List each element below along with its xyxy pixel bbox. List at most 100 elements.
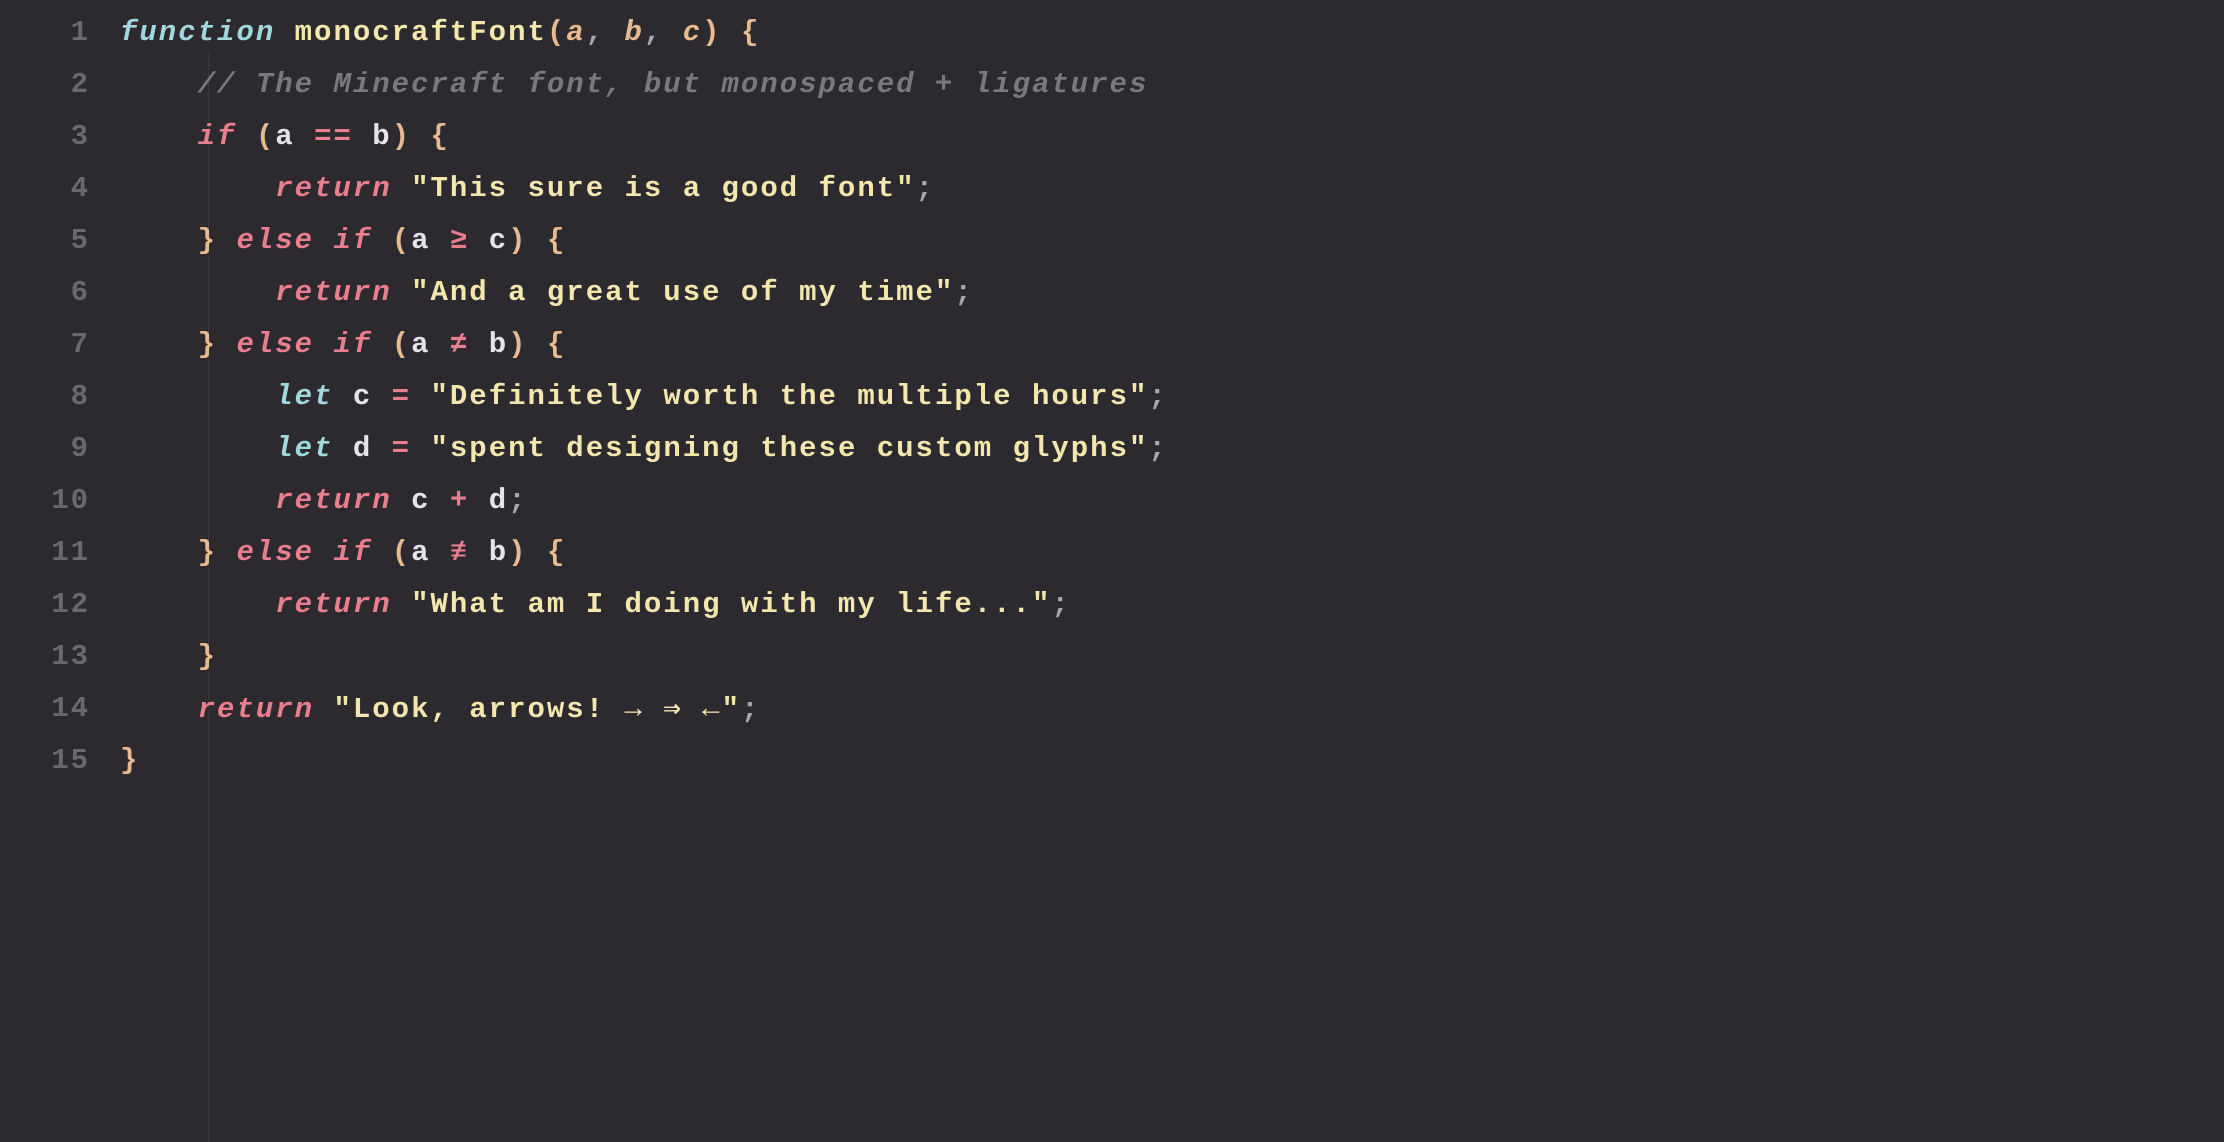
variable-b: b [372,120,391,153]
keyword-else: else [236,536,314,569]
code-content[interactable]: } [120,744,139,777]
brace-open: { [547,224,566,257]
string-literal: This sure is a good font [430,172,896,205]
operator-assign: = [392,432,411,465]
string-quote: " [411,588,430,621]
code-line[interactable]: 11 } else if (a ≢ b) { [0,526,2224,578]
code-line[interactable]: 3 if (a == b) { [0,110,2224,162]
operator-plus: + [450,484,469,517]
line-number: 12 [0,588,120,621]
keyword-return: return [275,484,391,517]
brace-close: } [120,744,139,777]
string-quote: " [411,276,430,309]
brace-close: } [198,536,217,569]
code-content[interactable]: return "Look, arrows! → ⇒ ←"; [120,690,760,726]
paren-open: ( [392,224,411,257]
line-number: 14 [0,692,120,725]
line-number: 1 [0,16,120,49]
brace-close: } [198,640,217,673]
semicolon: ; [508,484,527,517]
line-number: 6 [0,276,120,309]
code-line[interactable]: 10 return c + d; [0,474,2224,526]
paren-open: ( [256,120,275,153]
semicolon: ; [741,693,760,726]
line-number: 10 [0,484,120,517]
line-number: 3 [0,120,120,153]
code-line[interactable]: 12 return "What am I doing with my life.… [0,578,2224,630]
semicolon: ; [1148,380,1167,413]
operator-eq-eq: == [314,120,353,153]
code-content[interactable]: } else if (a ≥ c) { [120,224,566,257]
code-line[interactable]: 9 let d = "spent designing these custom … [0,422,2224,474]
code-content[interactable]: } else if (a ≠ b) { [120,328,566,361]
code-line[interactable]: 4 return "This sure is a good font"; [0,162,2224,214]
code-content[interactable]: let d = "spent designing these custom gl… [120,432,1168,465]
code-content[interactable]: } else if (a ≢ b) { [120,536,566,569]
code-line[interactable]: 15 } [0,734,2224,786]
paren-close: ) [508,536,527,569]
keyword-if: if [333,536,372,569]
code-content[interactable]: function monocraftFont(a, b, c) { [120,16,760,49]
brace-open: { [431,120,450,153]
brace-open: { [547,536,566,569]
string-quote: " [722,693,741,726]
semicolon: ; [916,172,935,205]
variable-a: a [275,120,294,153]
line-number: 9 [0,432,120,465]
code-content[interactable]: return "This sure is a good font"; [120,172,935,205]
operator-neq: ≠ [450,328,469,361]
code-content[interactable]: return c + d; [120,484,528,517]
string-literal: Definitely worth the multiple hours [450,380,1129,413]
variable-d: d [353,432,372,465]
string-literal: Look, arrows! → ⇒ ← [353,693,722,726]
string-literal: spent designing these custom glyphs [450,432,1129,465]
paren-open: ( [392,328,411,361]
paren-open: ( [392,536,411,569]
line-number: 5 [0,224,120,257]
keyword-if: if [198,120,237,153]
code-line[interactable]: 5 } else if (a ≥ c) { [0,214,2224,266]
string-quote: " [411,172,430,205]
line-number: 7 [0,328,120,361]
string-quote: " [1129,432,1148,465]
string-quote: " [935,276,954,309]
code-content[interactable]: // The Minecraft font, but monospaced + … [120,68,1148,101]
code-line[interactable]: 1 function monocraftFont(a, b, c) { [0,6,2224,58]
code-editor[interactable]: 1 function monocraftFont(a, b, c) { 2 //… [0,0,2224,786]
code-line[interactable]: 8 let c = "Definitely worth the multiple… [0,370,2224,422]
code-line[interactable]: 2 // The Minecraft font, but monospaced … [0,58,2224,110]
brace-open: { [741,16,760,49]
code-line[interactable]: 6 return "And a great use of my time"; [0,266,2224,318]
variable-a: a [411,328,430,361]
paren-close: ) [508,224,527,257]
code-line[interactable]: 13 } [0,630,2224,682]
param-b: b [625,16,644,49]
code-content[interactable]: let c = "Definitely worth the multiple h… [120,380,1168,413]
keyword-return: return [275,172,391,205]
code-content[interactable]: } [120,640,217,673]
keyword-else: else [236,224,314,257]
string-literal: And a great use of my time [430,276,934,309]
brace-close: } [198,328,217,361]
line-number: 2 [0,68,120,101]
code-line[interactable]: 14 return "Look, arrows! → ⇒ ←"; [0,682,2224,734]
code-content[interactable]: return "What am I doing with my life..."… [120,588,1071,621]
string-quote: " [430,380,449,413]
code-content[interactable]: return "And a great use of my time"; [120,276,974,309]
line-number: 11 [0,536,120,569]
string-quote: " [333,693,352,726]
param-c: c [683,16,702,49]
semicolon: ; [1051,588,1070,621]
line-number: 4 [0,172,120,205]
code-line[interactable]: 7 } else if (a ≠ b) { [0,318,2224,370]
semicolon: ; [954,276,973,309]
code-content[interactable]: if (a == b) { [120,120,450,153]
keyword-if: if [333,328,372,361]
keyword-return: return [275,276,391,309]
brace-close: } [198,224,217,257]
string-quote: " [1032,588,1051,621]
line-number: 13 [0,640,120,673]
operator-assign: = [392,380,411,413]
paren-open: ( [547,16,566,49]
variable-c: c [411,484,430,517]
